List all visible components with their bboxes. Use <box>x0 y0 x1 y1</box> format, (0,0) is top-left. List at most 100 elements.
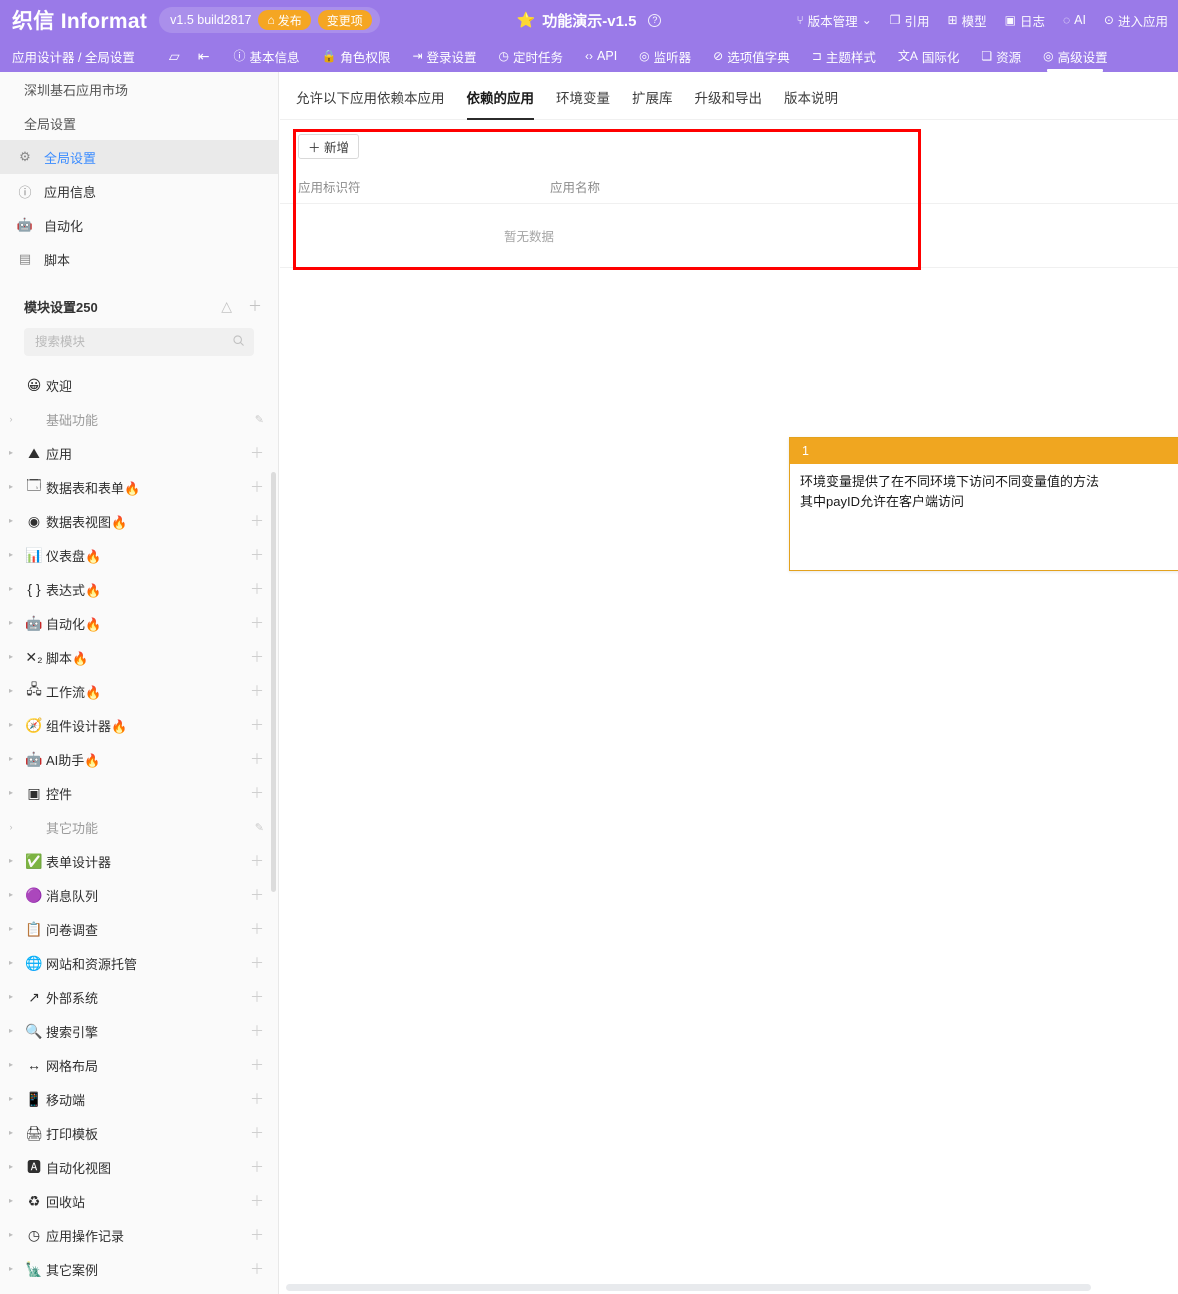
expand-caret-icon[interactable]: ▸ <box>0 993 22 1001</box>
expand-caret-icon[interactable]: ▸ <box>0 517 22 525</box>
sidebar-item-3[interactable]: ▤脚本 <box>0 242 278 276</box>
expand-caret-icon[interactable]: ▸ <box>0 619 22 627</box>
expand-caret-icon[interactable]: ▸ <box>0 755 22 763</box>
module-row-11[interactable]: ▸🤖AI助手🔥＋ <box>0 742 278 776</box>
search-input[interactable] <box>33 334 232 350</box>
module-row-1[interactable]: ›基础功能✎ <box>0 402 278 436</box>
expand-caret-icon[interactable]: ▸ <box>0 857 22 865</box>
module-row-22[interactable]: ▸🖨打印模板＋ <box>0 1116 278 1150</box>
note-icon[interactable]: ▱ <box>169 49 180 63</box>
module-row-25[interactable]: ▸◷应用操作记录＋ <box>0 1218 278 1252</box>
module-row-13[interactable]: ›其它功能✎ <box>0 810 278 844</box>
expand-caret-icon[interactable]: › <box>0 415 22 424</box>
subbar-nav-item-8[interactable]: 文A国际化 <box>898 40 960 72</box>
expand-caret-icon[interactable]: ▸ <box>0 653 22 661</box>
module-row-9[interactable]: ▸🖧工作流🔥＋ <box>0 674 278 708</box>
module-row-23[interactable]: ▸🅰自动化视图＋ <box>0 1150 278 1184</box>
add-icon[interactable]: ＋ <box>250 990 264 1004</box>
expand-caret-icon[interactable]: ▸ <box>0 1197 22 1205</box>
subbar-nav-item-2[interactable]: ⇥登录设置 <box>412 40 476 72</box>
add-icon[interactable]: ＋ <box>250 1024 264 1038</box>
sidebar-scrollbar[interactable] <box>271 472 276 892</box>
add-icon[interactable]: ＋ <box>250 650 264 664</box>
expand-caret-icon[interactable]: ▸ <box>0 1129 22 1137</box>
help-icon[interactable]: ? <box>648 14 661 27</box>
publish-button[interactable]: ⌂ 发布 <box>258 10 310 30</box>
module-row-8[interactable]: ▸✕₂脚本🔥＋ <box>0 640 278 674</box>
module-row-16[interactable]: ▸📋问卷调查＋ <box>0 912 278 946</box>
edit-pencil-icon[interactable]: ✎ <box>255 413 264 426</box>
add-icon[interactable]: ＋ <box>250 1058 264 1072</box>
sidebar-item-2[interactable]: 🤖自动化 <box>0 208 278 242</box>
expand-caret-icon[interactable]: ▸ <box>0 1163 22 1171</box>
add-icon[interactable]: ＋ <box>250 786 264 800</box>
sidebar-item-0[interactable]: ⚙全局设置 <box>0 140 278 174</box>
subbar-nav-item-3[interactable]: ◷定时任务 <box>499 40 564 72</box>
module-row-18[interactable]: ▸↗外部系统＋ <box>0 980 278 1014</box>
add-icon[interactable]: ＋ <box>250 1262 264 1276</box>
module-row-0[interactable]: 😀欢迎 <box>0 368 278 402</box>
tab-1[interactable]: 依赖的应用 <box>467 87 535 119</box>
add-icon[interactable]: ＋ <box>250 1194 264 1208</box>
collapse-panel-icon[interactable]: ⇤ <box>198 49 210 63</box>
collapse-all-icon[interactable]: △ <box>221 298 232 315</box>
add-icon[interactable]: ＋ <box>250 1126 264 1140</box>
add-icon[interactable]: ＋ <box>250 752 264 766</box>
add-icon[interactable]: ＋ <box>250 888 264 902</box>
tab-4[interactable]: 升级和导出 <box>695 87 763 119</box>
add-icon[interactable]: ＋ <box>250 1160 264 1174</box>
module-search-box[interactable] <box>24 328 254 356</box>
add-dependency-button[interactable]: ＋ 新增 <box>298 134 359 159</box>
add-icon[interactable]: ＋ <box>250 718 264 732</box>
module-row-3[interactable]: ▸🗔数据表和表单🔥＋ <box>0 470 278 504</box>
module-row-17[interactable]: ▸🌐网站和资源托管＋ <box>0 946 278 980</box>
tab-2[interactable]: 环境变量 <box>556 87 610 119</box>
expand-caret-icon[interactable]: ▸ <box>0 1061 22 1069</box>
expand-caret-icon[interactable]: ▸ <box>0 551 22 559</box>
sidebar-item-1[interactable]: ⓘ应用信息 <box>0 174 278 208</box>
module-row-5[interactable]: ▸📊仪表盘🔥＋ <box>0 538 278 572</box>
module-row-14[interactable]: ▸✅表单设计器＋ <box>0 844 278 878</box>
module-row-12[interactable]: ▸▣控件＋ <box>0 776 278 810</box>
module-row-24[interactable]: ▸♻回收站＋ <box>0 1184 278 1218</box>
subbar-nav-item-10[interactable]: ◎高级设置 <box>1043 40 1108 72</box>
subbar-nav-item-6[interactable]: ⊘选项值字典 <box>713 40 790 72</box>
module-row-10[interactable]: ▸🧭组件设计器🔥＋ <box>0 708 278 742</box>
add-icon[interactable]: ＋ <box>250 616 264 630</box>
module-row-15[interactable]: ▸🟣消息队列＋ <box>0 878 278 912</box>
expand-caret-icon[interactable]: ▸ <box>0 925 22 933</box>
header-action-1[interactable]: ❐引用 <box>890 11 930 30</box>
module-row-21[interactable]: ▸📱移动端＋ <box>0 1082 278 1116</box>
module-row-6[interactable]: ▸{ }表达式🔥＋ <box>0 572 278 606</box>
expand-caret-icon[interactable]: ▸ <box>0 789 22 797</box>
subbar-nav-item-7[interactable]: ⊐主题样式 <box>812 40 876 72</box>
expand-caret-icon[interactable]: ▸ <box>0 1265 22 1273</box>
add-icon[interactable]: ＋ <box>250 514 264 528</box>
tab-5[interactable]: 版本说明 <box>784 87 838 119</box>
header-action-2[interactable]: ⊞模型 <box>948 11 987 30</box>
subbar-nav-item-5[interactable]: ◎监听器 <box>639 40 691 72</box>
add-icon[interactable]: ＋ <box>250 446 264 460</box>
expand-caret-icon[interactable]: ▸ <box>0 721 22 729</box>
subbar-nav-item-1[interactable]: 🔒角色权限 <box>321 40 390 72</box>
module-row-4[interactable]: ▸◉数据表视图🔥＋ <box>0 504 278 538</box>
module-row-19[interactable]: ▸🔍搜索引擎＋ <box>0 1014 278 1048</box>
add-icon[interactable]: ＋ <box>250 854 264 868</box>
expand-caret-icon[interactable]: ▸ <box>0 449 22 457</box>
module-row-7[interactable]: ▸🤖自动化🔥＋ <box>0 606 278 640</box>
module-row-20[interactable]: ▸↔网格布局＋ <box>0 1048 278 1082</box>
add-icon[interactable]: ＋ <box>250 922 264 936</box>
edit-pencil-icon[interactable]: ✎ <box>255 821 264 834</box>
add-icon[interactable]: ＋ <box>250 582 264 596</box>
add-icon[interactable]: ＋ <box>250 1092 264 1106</box>
changes-button[interactable]: 变更项 <box>318 10 372 30</box>
expand-caret-icon[interactable]: ▸ <box>0 687 22 695</box>
add-icon[interactable]: ＋ <box>250 684 264 698</box>
header-action-4[interactable]: ◌AI <box>1063 13 1086 27</box>
expand-caret-icon[interactable]: ▸ <box>0 1095 22 1103</box>
expand-caret-icon[interactable]: › <box>0 823 22 832</box>
add-icon[interactable]: ＋ <box>250 480 264 494</box>
module-row-26[interactable]: ▸🗽其它案例＋ <box>0 1252 278 1286</box>
expand-caret-icon[interactable]: ▸ <box>0 483 22 491</box>
expand-caret-icon[interactable]: ▸ <box>0 1027 22 1035</box>
